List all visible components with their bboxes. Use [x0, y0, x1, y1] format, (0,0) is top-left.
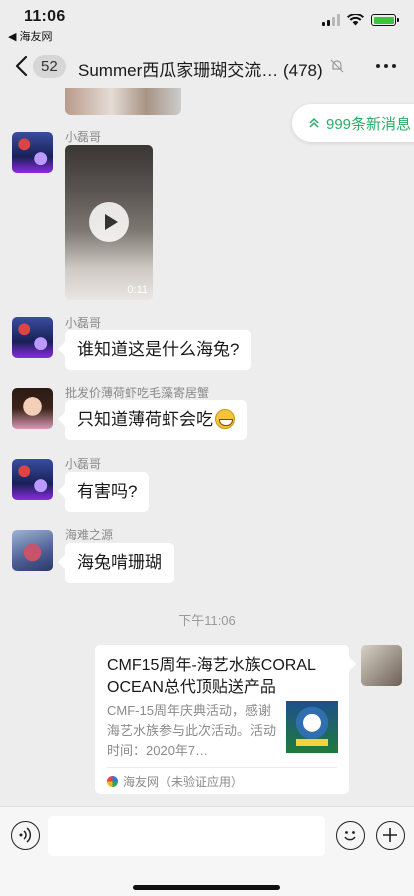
double-chevron-up-icon [309, 117, 319, 128]
avatar[interactable] [12, 132, 53, 173]
cellular-signal-icon [322, 14, 340, 26]
mute-bell-icon [330, 59, 344, 73]
status-time: 11:06 [24, 8, 66, 25]
more-actions-button[interactable] [376, 821, 405, 850]
avatar[interactable] [12, 388, 53, 429]
message-bubble[interactable]: 海兔啃珊瑚 [65, 543, 174, 583]
image-message-partial[interactable] [65, 88, 181, 115]
sender-name: 小磊哥 [65, 457, 102, 471]
avatar[interactable] [12, 459, 53, 500]
avatar[interactable] [12, 530, 53, 571]
more-dot-icon [384, 64, 388, 68]
chat-title: Summer西瓜家珊瑚交流… (478) [78, 61, 323, 80]
card-title: CMF15周年-海艺水族CORAL OCEAN总代顶贴送产品 [107, 657, 316, 696]
emoji-button[interactable] [336, 821, 365, 850]
new-messages-banner[interactable]: 999条新消息 [292, 104, 414, 142]
message-timestamp: 下午11:06 [178, 613, 236, 628]
message-bubble[interactable]: 谁知道这是什么海兔? [65, 330, 252, 370]
chat-header: 52 Summer西瓜家珊瑚交流… (478) [0, 44, 414, 88]
video-message[interactable]: 0:11 [65, 145, 153, 300]
back-chevron-icon[interactable] [12, 54, 32, 78]
unread-count-badge[interactable]: 52 [33, 55, 66, 78]
smiley-icon [344, 831, 356, 841]
card-divider [107, 767, 337, 768]
message-bubble[interactable]: 只知道薄荷虾会吃 [65, 400, 247, 440]
sender-name: 小磊哥 [65, 316, 102, 330]
sender-name: 海难之源 [65, 528, 114, 542]
more-dot-icon [392, 64, 396, 68]
video-duration: 0:11 [127, 284, 148, 296]
message-text: 海兔啃珊瑚 [77, 553, 162, 572]
message-bubble[interactable]: 有害吗? [65, 472, 150, 512]
message-text: 有害吗? [77, 482, 138, 501]
grin-emoji-icon [215, 409, 235, 429]
link-card-message[interactable]: CMF15周年-海艺水族CORAL OCEAN总代顶贴送产品 CMF-15周年庆… [95, 645, 349, 794]
plus-icon [383, 828, 397, 842]
voice-input-button[interactable] [11, 821, 40, 850]
app-source-icon [107, 776, 118, 787]
back-to-app-link[interactable]: ◀ 海友网 [8, 28, 53, 44]
more-options-button[interactable] [376, 64, 396, 68]
play-icon[interactable] [89, 202, 129, 242]
sender-name: 批发价薄荷虾吃毛藻寄居蟹 [65, 386, 210, 400]
message-list[interactable]: 999条新消息 小磊哥 0:11 小磊哥 谁知道这是什么海兔? 批发价薄荷虾吃毛… [0, 88, 414, 806]
message-text: 谁知道这是什么海兔? [77, 340, 240, 359]
message-text: 只知道薄荷虾会吃 [77, 410, 213, 429]
status-indicators [322, 14, 399, 26]
avatar[interactable] [12, 317, 53, 358]
input-bar [0, 806, 414, 896]
card-thumbnail [286, 701, 338, 753]
home-indicator [133, 885, 280, 890]
message-input[interactable] [48, 816, 325, 856]
card-source: 海友网（未验证应用） [107, 773, 243, 790]
card-description: CMF-15周年庆典活动，感谢海艺水族参与此次活动。活动时间：2020年7… [107, 703, 277, 758]
card-source-label: 海友网（未验证应用） [123, 775, 244, 789]
more-dot-icon [376, 64, 380, 68]
wifi-icon [347, 14, 364, 26]
my-avatar[interactable] [361, 645, 402, 686]
sender-name: 小磊哥 [65, 130, 102, 144]
voice-icon [19, 827, 32, 843]
battery-icon [371, 14, 399, 26]
new-messages-label: 999条新消息 [326, 115, 412, 133]
status-bar: 11:06 ◀ 海友网 [0, 0, 414, 44]
